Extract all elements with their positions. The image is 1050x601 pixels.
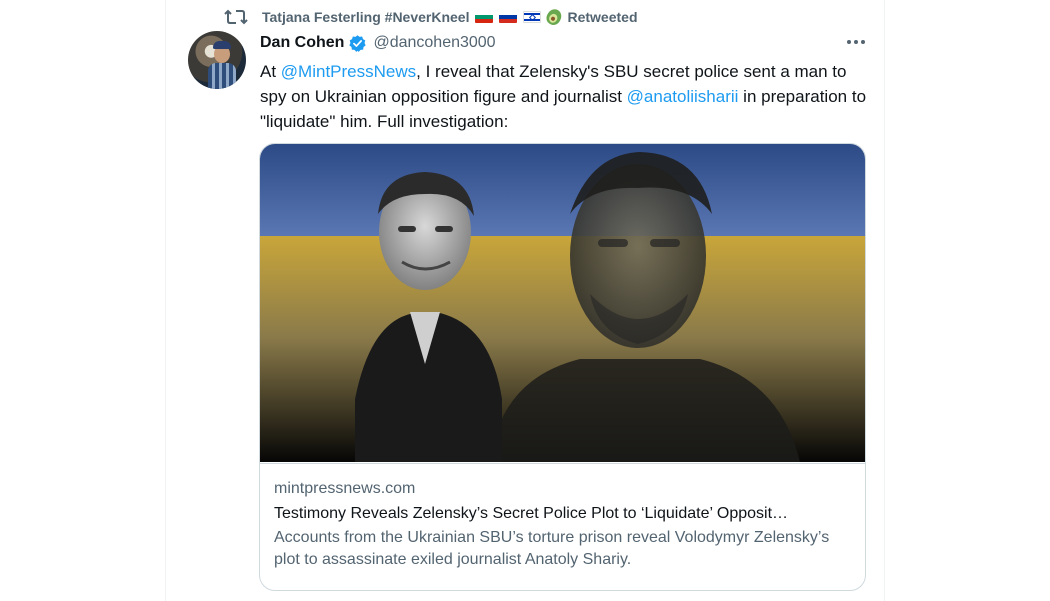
avatar[interactable] <box>188 31 246 89</box>
flag-russia-icon <box>499 11 518 23</box>
card-domain: mintpressnews.com <box>274 480 416 497</box>
card-title[interactable]: Testimony Reveals Zelensky’s Secret Poli… <box>274 503 853 527</box>
user-handle[interactable]: @dancohen3000 <box>373 34 495 52</box>
retweet-icon <box>224 9 248 25</box>
retweet-context[interactable]: Tatjana Festerling #NeverKneel Retweeted <box>224 6 638 28</box>
mention-link-anatoliisharii[interactable]: @anatoliisharii <box>627 87 739 106</box>
link-preview-card[interactable]: mintpressnews.com Testimony Reveals Zele… <box>259 143 866 591</box>
card-description: Accounts from the Ukrainian SBU’s tortur… <box>274 529 830 568</box>
tweet-header: Dan Cohen @dancohen3000 <box>260 32 496 54</box>
more-options-icon[interactable] <box>845 32 867 52</box>
flag-bulgaria-icon <box>475 11 494 23</box>
flag-israel-icon <box>523 11 542 23</box>
tweet-text: At @MintPressNews, I reveal that Zelensk… <box>260 59 870 134</box>
card-meta: mintpressnews.com Testimony Reveals Zele… <box>260 463 865 590</box>
mention-link-mintpressnews[interactable]: @MintPressNews <box>281 62 416 81</box>
retweeter-name[interactable]: Tatjana Festerling #NeverKneel <box>262 9 469 25</box>
retweet-status: Retweeted <box>567 9 638 25</box>
avocado-icon <box>544 6 565 28</box>
verified-badge-icon <box>349 34 367 52</box>
display-name[interactable]: Dan Cohen <box>260 34 344 52</box>
card-image[interactable] <box>260 144 866 462</box>
tweet-text-part: At <box>260 62 281 81</box>
